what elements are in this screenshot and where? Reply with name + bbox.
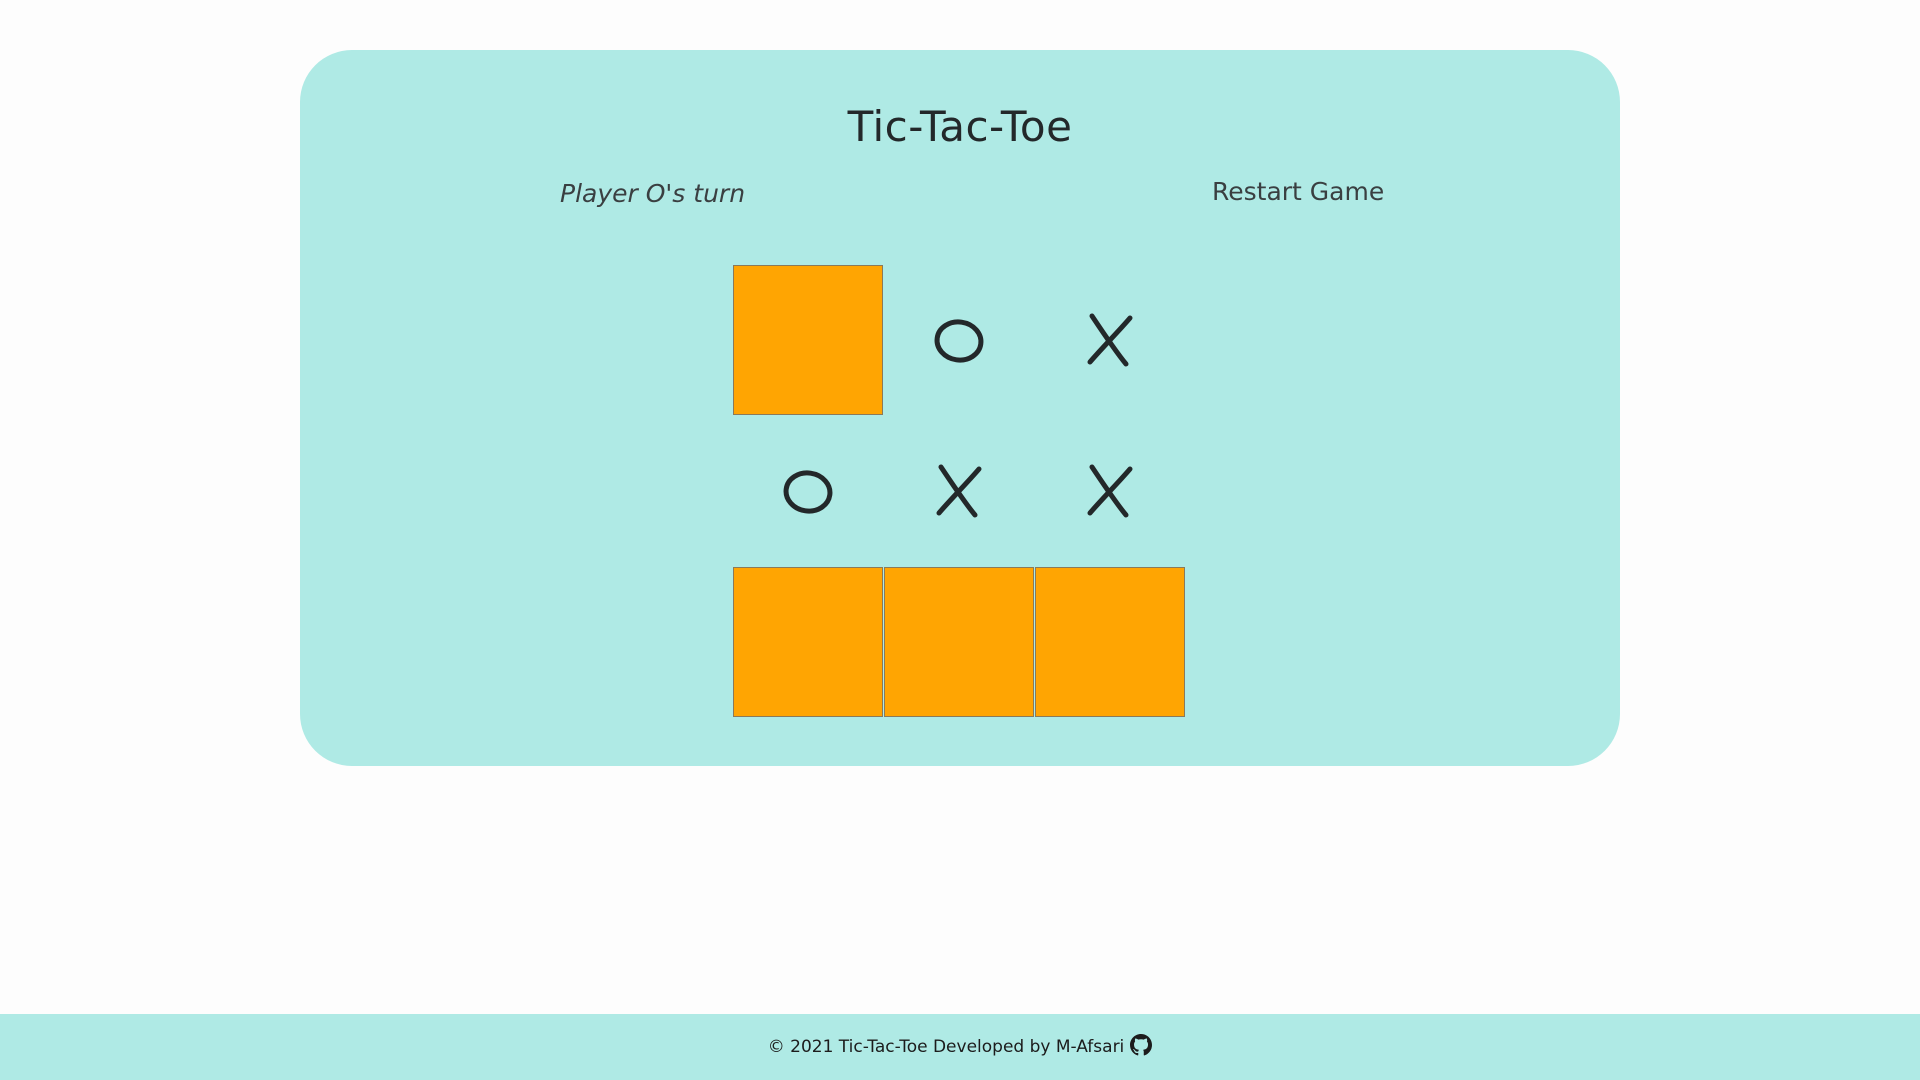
board-cell-5[interactable]	[884, 416, 1034, 566]
board-cell-2[interactable]	[884, 265, 1034, 415]
game-board	[733, 265, 1187, 719]
x-mark-icon	[1087, 313, 1133, 367]
github-icon[interactable]	[1130, 1034, 1153, 1056]
board-cell-8[interactable]	[884, 567, 1034, 717]
board-cell-3[interactable]	[1035, 265, 1185, 415]
restart-game-button[interactable]: Restart Game	[1212, 177, 1384, 206]
o-mark-icon	[934, 319, 984, 363]
game-title: Tic-Tac-Toe	[847, 102, 1073, 151]
board-cell-6[interactable]	[1035, 416, 1185, 566]
x-mark-icon	[1087, 464, 1133, 518]
board-cell-1[interactable]	[733, 265, 883, 415]
x-mark-icon	[936, 464, 982, 518]
turn-status: Player O's turn	[560, 179, 746, 208]
board-cell-9[interactable]	[1035, 567, 1185, 717]
footer: © 2021 Tic-Tac-Toe Developed by M-Afsari	[0, 1014, 1920, 1080]
board-cell-4[interactable]	[733, 416, 883, 566]
footer-text: © 2021 Tic-Tac-Toe Developed by M-Afsari	[767, 1037, 1125, 1057]
o-mark-icon	[783, 470, 833, 514]
game-panel: Tic-Tac-Toe Player O's turn Restart Game	[300, 50, 1620, 766]
board-cell-7[interactable]	[733, 567, 883, 717]
page: Tic-Tac-Toe Player O's turn Restart Game…	[0, 0, 1920, 1080]
